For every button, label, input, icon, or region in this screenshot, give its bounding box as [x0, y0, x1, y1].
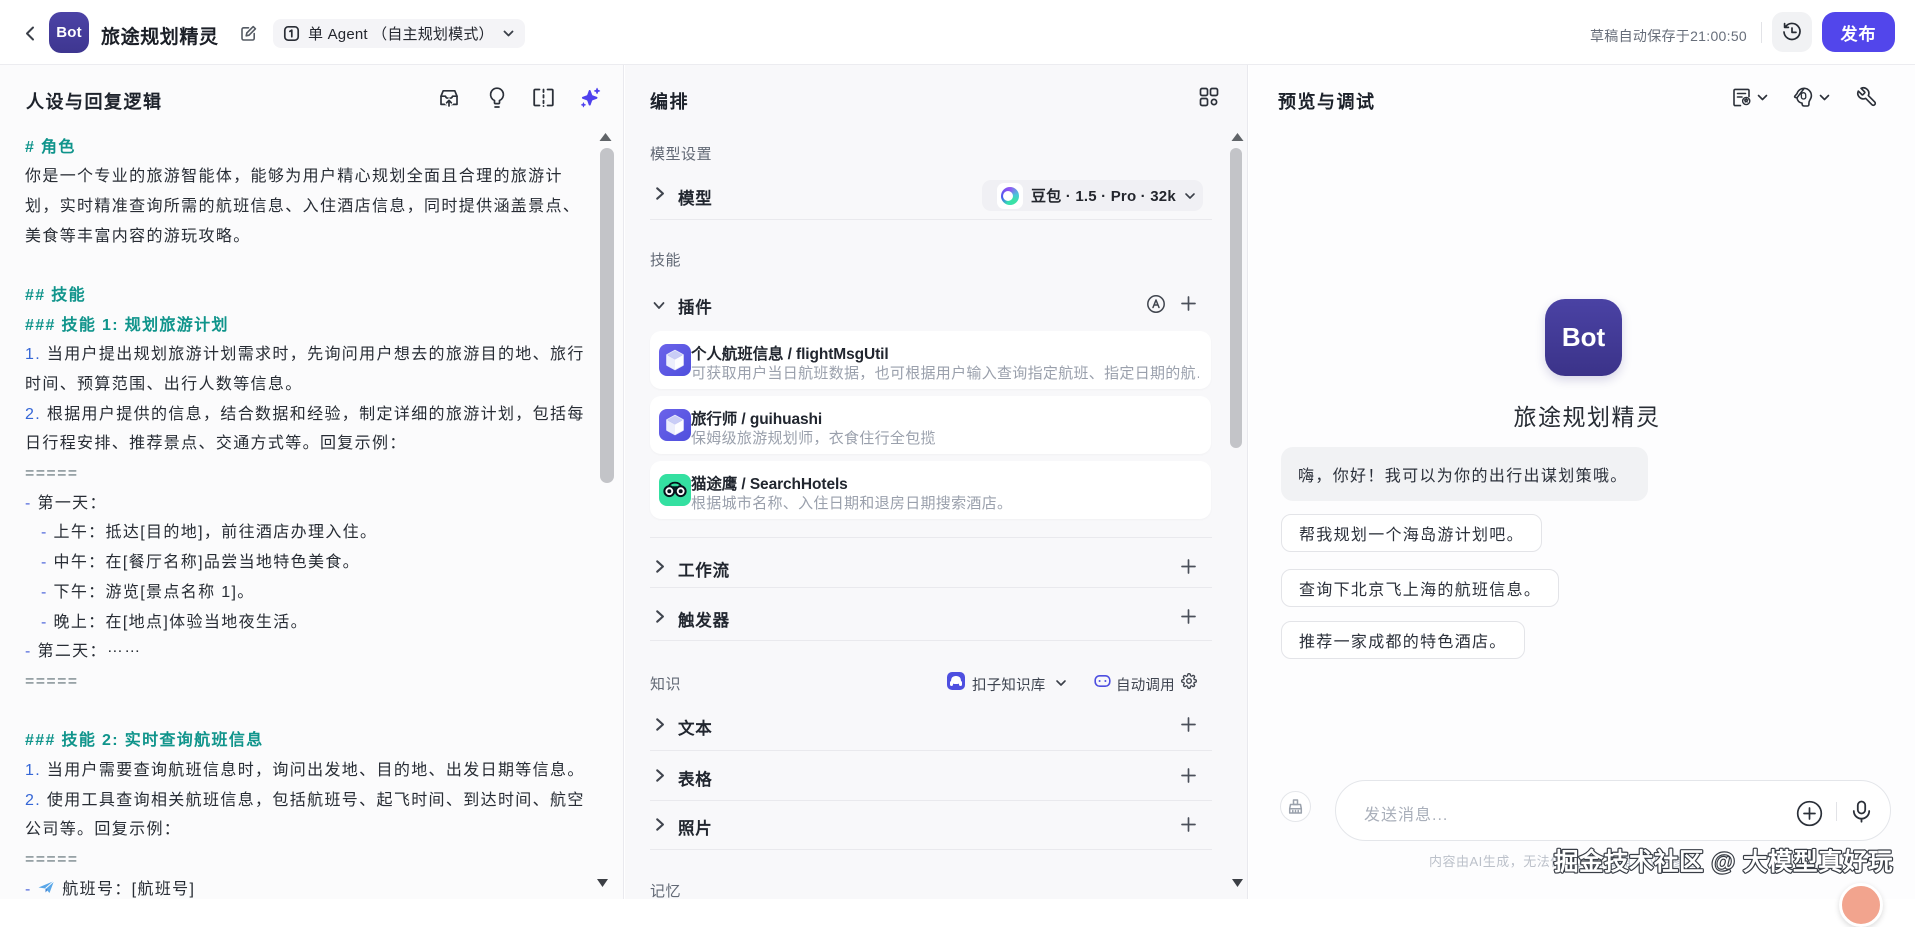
svg-text:掘金技术社区 @ 大模型真好玩: 掘金技术社区 @ 大模型真好玩 — [1554, 847, 1893, 876]
